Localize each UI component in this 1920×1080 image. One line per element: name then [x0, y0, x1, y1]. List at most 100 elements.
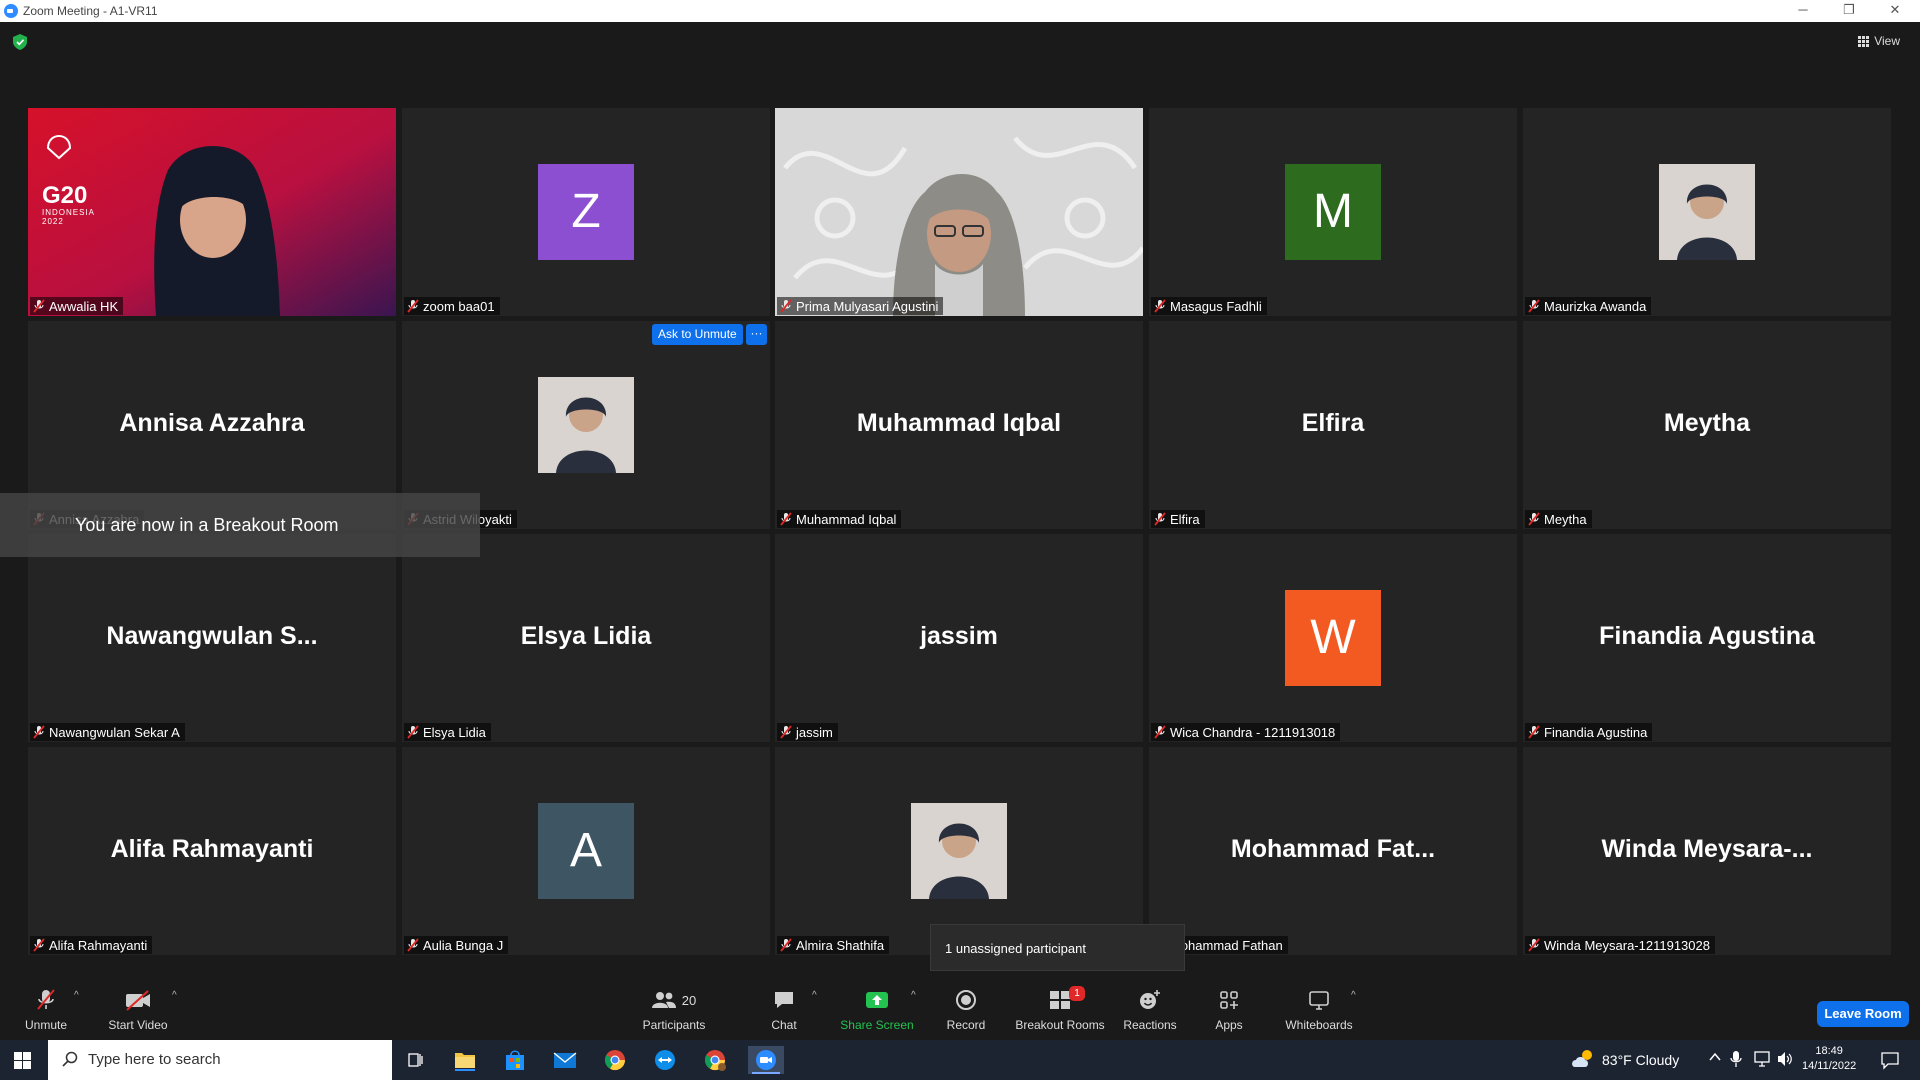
avatar: W: [1285, 590, 1381, 686]
avatar: A: [538, 803, 634, 899]
muted-mic-icon: [407, 725, 419, 739]
close-button[interactable]: ✕: [1872, 0, 1918, 22]
participant-nameplate: Maurizka Awanda: [1525, 297, 1652, 315]
weather-text[interactable]: 83°F Cloudy: [1602, 1052, 1679, 1068]
unassigned-participant-tooltip[interactable]: 1 unassigned participant: [930, 924, 1185, 971]
minimize-button[interactable]: ─: [1780, 0, 1826, 22]
mail-icon[interactable]: [550, 1046, 580, 1074]
video-options-caret[interactable]: ^: [172, 990, 177, 1001]
avatar: M: [1285, 164, 1381, 260]
encryption-shield-icon[interactable]: [13, 34, 27, 50]
clock-time: 18:49: [1815, 1045, 1843, 1057]
zoom-taskbar-icon[interactable]: [748, 1046, 784, 1074]
unmute-button[interactable]: Unmute: [18, 988, 74, 1032]
chat-label: Chat: [771, 1018, 797, 1032]
participant-display-name: Elsya Lidia: [520, 622, 652, 650]
chat-options-caret[interactable]: ^: [812, 990, 817, 1001]
share-screen-icon: [838, 988, 916, 1012]
participant-tile[interactable]: M Masagus Fadhli: [1149, 108, 1517, 316]
teamviewer-icon[interactable]: [650, 1046, 680, 1074]
reactions-button[interactable]: Reactions: [1120, 988, 1180, 1032]
participant-name: Winda Meysara-1211913028: [1544, 937, 1710, 953]
muted-mic-icon: [1528, 512, 1540, 526]
microphone-tray-icon[interactable]: [1730, 1050, 1742, 1071]
participant-name: Elsya Lidia: [423, 724, 486, 740]
file-explorer-icon[interactable]: [450, 1046, 480, 1074]
ask-to-unmute-button[interactable]: Ask to Unmute: [652, 324, 743, 345]
grid-view-icon: [1858, 35, 1870, 47]
participant-tile[interactable]: Elfira Elfira: [1149, 321, 1517, 529]
participant-nameplate: zoom baa01: [404, 297, 500, 315]
participant-tile[interactable]: Zzoom baa01: [402, 108, 770, 316]
record-button[interactable]: Record: [940, 988, 992, 1032]
participant-tile[interactable]: Alifa Rahmayanti Alifa Rahmayanti: [28, 747, 396, 955]
leave-room-button[interactable]: Leave Room: [1817, 1001, 1909, 1027]
volume-icon[interactable]: [1776, 1050, 1794, 1071]
participant-display-name: Mohammad Fat...: [1230, 835, 1436, 863]
muted-mic-icon: [33, 938, 45, 952]
chrome-profile-icon[interactable]: [700, 1046, 730, 1074]
participants-label: Participants: [642, 1018, 706, 1032]
microsoft-store-icon[interactable]: [500, 1046, 530, 1074]
network-icon[interactable]: [1752, 1050, 1772, 1071]
participant-nameplate: jassim: [777, 723, 838, 741]
participant-tile[interactable]: Elsya Lidia Elsya Lidia: [402, 534, 770, 742]
participant-tile[interactable]: Finandia Agustina Finandia Agustina: [1523, 534, 1891, 742]
notification-center-icon[interactable]: [1880, 1050, 1900, 1073]
chat-button[interactable]: Chat: [760, 988, 808, 1032]
participant-name: Almira Shathifa: [796, 937, 885, 953]
participants-icon: [651, 992, 676, 1008]
participant-tile[interactable]: A Aulia Bunga J: [402, 747, 770, 955]
participant-nameplate: Masagus Fadhli: [1151, 297, 1267, 315]
start-video-button[interactable]: Start Video: [104, 988, 172, 1032]
muted-mic-icon: [1528, 938, 1540, 952]
participant-name: Mohammad Fathan: [1170, 937, 1283, 953]
share-screen-button[interactable]: Share Screen: [838, 988, 916, 1032]
muted-mic-icon: [780, 299, 792, 313]
g20-logo-subtitle: INDONESIA: [42, 208, 96, 217]
search-placeholder: Type here to search: [88, 1051, 221, 1068]
taskbar-clock[interactable]: 18:49 14/11/2022: [1802, 1044, 1856, 1074]
participant-tile[interactable]: Prima Mulyasari Agustini: [775, 108, 1143, 316]
share-options-caret[interactable]: ^: [911, 990, 916, 1001]
muted-mic-icon: [33, 299, 45, 313]
participants-button[interactable]: 20 Participants: [638, 988, 710, 1032]
participant-nameplate: Elsya Lidia: [404, 723, 491, 741]
more-options-button[interactable]: ···: [746, 324, 767, 345]
participant-tile[interactable]: Nawangwulan S... Nawangwulan Sekar A: [28, 534, 396, 742]
search-icon: [62, 1051, 78, 1067]
participant-display-name: Elfira: [1301, 409, 1365, 437]
weather-icon[interactable]: [1570, 1048, 1596, 1073]
participant-tile[interactable]: Meytha Meytha: [1523, 321, 1891, 529]
participant-tile[interactable]: jassim jassim: [775, 534, 1143, 742]
participant-tile[interactable]: Mohammad Fat... Mohammad Fathan: [1149, 747, 1517, 955]
share-screen-label: Share Screen: [840, 1018, 914, 1032]
chrome-icon[interactable]: [600, 1046, 630, 1074]
participant-nameplate: Almira Shathifa: [777, 936, 890, 954]
participant-nameplate: Alifa Rahmayanti: [30, 936, 153, 954]
chat-icon: [760, 988, 808, 1012]
participant-nameplate: Muhammad Iqbal: [777, 510, 902, 528]
muted-microphone-icon: [18, 988, 74, 1012]
tray-overflow-chevron-icon[interactable]: [1708, 1050, 1722, 1067]
task-view-icon[interactable]: [400, 1046, 430, 1074]
whiteboards-button[interactable]: Whiteboards: [1282, 988, 1356, 1032]
breakout-rooms-button[interactable]: 1 Breakout Rooms: [1014, 986, 1106, 1032]
windows-start-icon[interactable]: [14, 1052, 31, 1069]
participant-name: Prima Mulyasari Agustini: [796, 298, 939, 314]
g20-logo: G20 INDONESIA 2022: [42, 184, 96, 227]
meeting-toolbar: Unmute ^ Start Video ^ 20 Participants C…: [0, 980, 1920, 1040]
participant-tile[interactable]: W Wica Chandra - 1211913018: [1149, 534, 1517, 742]
breakout-rooms-badge: 1: [1069, 986, 1085, 1001]
taskbar-search-box[interactable]: Type here to search: [48, 1040, 392, 1080]
view-button[interactable]: View: [1858, 34, 1900, 48]
apps-button[interactable]: Apps: [1208, 988, 1250, 1032]
participant-tile[interactable]: Winda Meysara-... Winda Meysara-121191302…: [1523, 747, 1891, 955]
whiteboards-label: Whiteboards: [1285, 1018, 1353, 1032]
participant-tile[interactable]: Muhammad Iqbal Muhammad Iqbal: [775, 321, 1143, 529]
audio-options-caret[interactable]: ^: [74, 990, 79, 1001]
restore-button[interactable]: ❐: [1826, 0, 1872, 22]
participant-tile[interactable]: G20 INDONESIA 2022 Awwalia HK: [28, 108, 396, 316]
whiteboard-options-caret[interactable]: ^: [1351, 990, 1356, 1001]
participant-tile[interactable]: Maurizka Awanda: [1523, 108, 1891, 316]
